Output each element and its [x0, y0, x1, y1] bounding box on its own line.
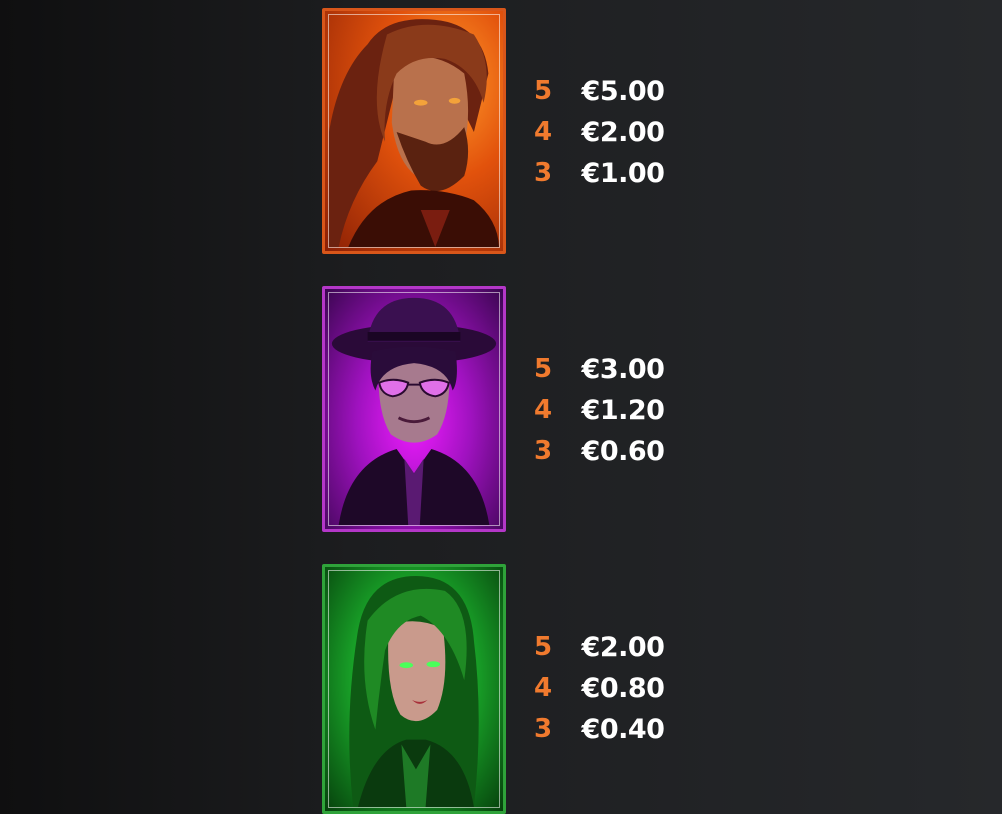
- pay-count: 4: [533, 673, 553, 703]
- pay-count: 5: [533, 632, 553, 662]
- pay-count: 3: [533, 158, 553, 188]
- pay-count: 3: [533, 436, 553, 466]
- pay-value: €1.20: [581, 395, 665, 426]
- pay-line: 3 €0.60: [532, 431, 682, 472]
- pay-value: €0.40: [581, 714, 665, 745]
- pay-value: €0.60: [581, 436, 665, 467]
- paytable: 5 €5.00 4 €2.00 3 €1.00: [532, 71, 682, 194]
- pay-value: €5.00: [581, 76, 665, 107]
- pay-count: 4: [533, 395, 553, 425]
- pay-line: 3 €1.00: [532, 153, 682, 194]
- pay-count: 4: [533, 117, 553, 147]
- pay-line: 3 €0.40: [532, 709, 682, 750]
- pay-count: 5: [533, 76, 553, 106]
- green-haired-woman-portrait-icon: [322, 564, 506, 814]
- pay-value: €1.00: [581, 158, 665, 189]
- pay-line: 5 €2.00: [532, 627, 682, 668]
- pay-value: €3.00: [581, 354, 665, 385]
- paytable: 5 €3.00 4 €1.20 3 €0.60: [532, 349, 682, 472]
- pay-line: 4 €0.80: [532, 668, 682, 709]
- pay-line: 5 €3.00: [532, 349, 682, 390]
- symbol-row-green-witch: 5 €2.00 4 €0.80 3 €0.40: [322, 564, 742, 814]
- bearded-man-portrait-icon: [322, 8, 506, 254]
- pay-count: 3: [533, 714, 553, 744]
- pay-line: 4 €1.20: [532, 390, 682, 431]
- pay-count: 5: [533, 354, 553, 384]
- pay-value: €2.00: [581, 632, 665, 663]
- paytable: 5 €2.00 4 €0.80 3 €0.40: [532, 627, 682, 750]
- symbol-row-purple-gangster: 5 €3.00 4 €1.20 3 €0.60: [322, 286, 742, 536]
- man-with-hat-portrait-icon: [322, 286, 506, 532]
- pay-line: 5 €5.00: [532, 71, 682, 112]
- pay-line: 4 €2.00: [532, 112, 682, 153]
- symbol-row-red-outlaw: 5 €5.00 4 €2.00 3 €1.00: [322, 8, 742, 258]
- pay-value: €0.80: [581, 673, 665, 704]
- pay-value: €2.00: [581, 117, 665, 148]
